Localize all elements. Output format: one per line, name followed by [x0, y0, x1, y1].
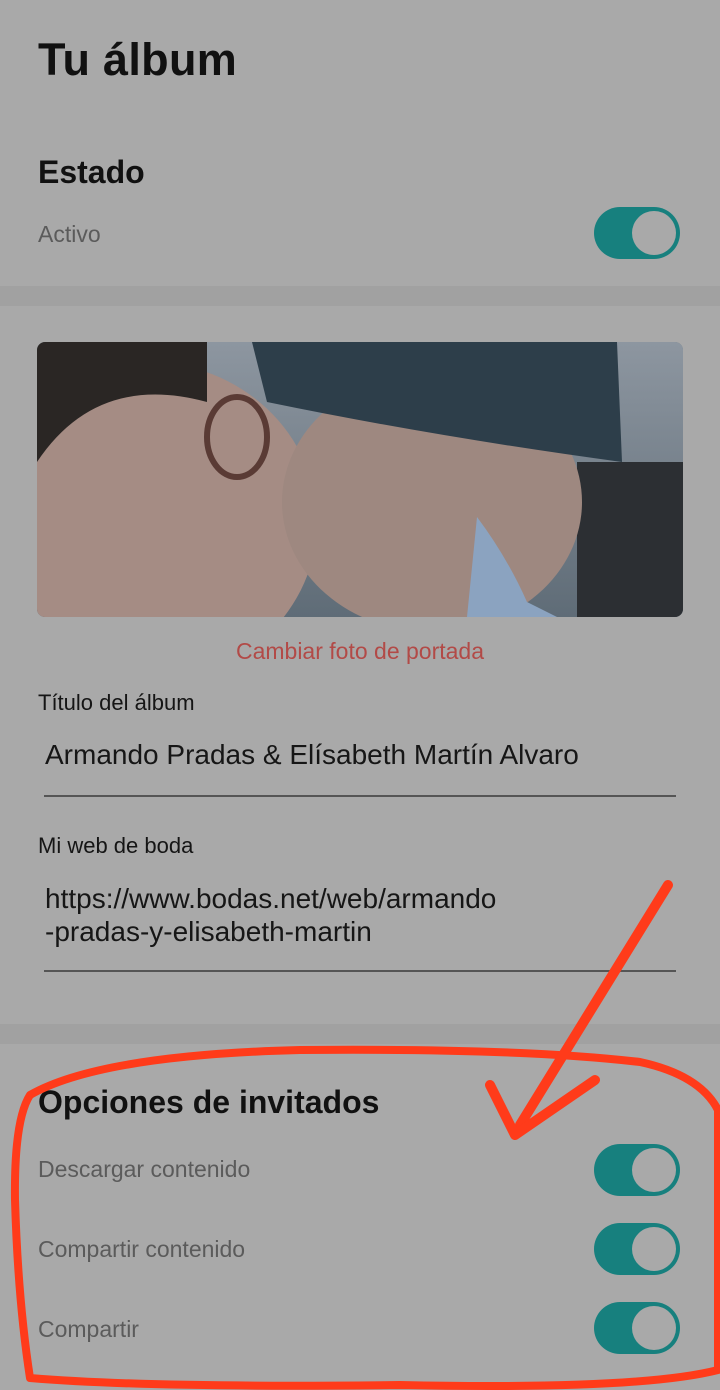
cover-photo — [37, 342, 683, 617]
album-title-input[interactable]: Armando Pradas & Elísabeth Martín Alvaro — [45, 738, 677, 771]
status-toggle[interactable] — [594, 207, 680, 259]
toggle-knob — [632, 211, 676, 255]
wedding-web-underline — [44, 970, 676, 972]
download-content-toggle[interactable] — [594, 1144, 680, 1196]
toggle-knob — [632, 1148, 676, 1192]
status-section-title: Estado — [38, 154, 145, 190]
guest-options-title: Opciones de invitados — [38, 1084, 380, 1120]
toggle-knob — [632, 1306, 676, 1350]
share-content-toggle[interactable] — [594, 1223, 680, 1275]
section-divider — [0, 286, 720, 306]
album-title-label: Título del álbum — [38, 690, 195, 715]
share-label: Compartir — [38, 1316, 139, 1342]
page-title: Tu álbum — [38, 34, 238, 85]
section-divider — [0, 1024, 720, 1044]
wedding-web-label: Mi web de boda — [38, 833, 194, 858]
share-content-label: Compartir contenido — [38, 1236, 246, 1262]
wedding-web-input[interactable]: https://www.bodas.net/web/armando -prada… — [45, 882, 677, 948]
album-title-underline — [44, 795, 676, 797]
download-content-label: Descargar contenido — [38, 1156, 251, 1182]
toggle-knob — [632, 1227, 676, 1271]
share-toggle[interactable] — [594, 1302, 680, 1354]
status-label: Activo — [38, 221, 101, 247]
couple-photo-icon — [37, 342, 683, 617]
change-cover-link[interactable]: Cambiar foto de portada — [0, 638, 720, 665]
